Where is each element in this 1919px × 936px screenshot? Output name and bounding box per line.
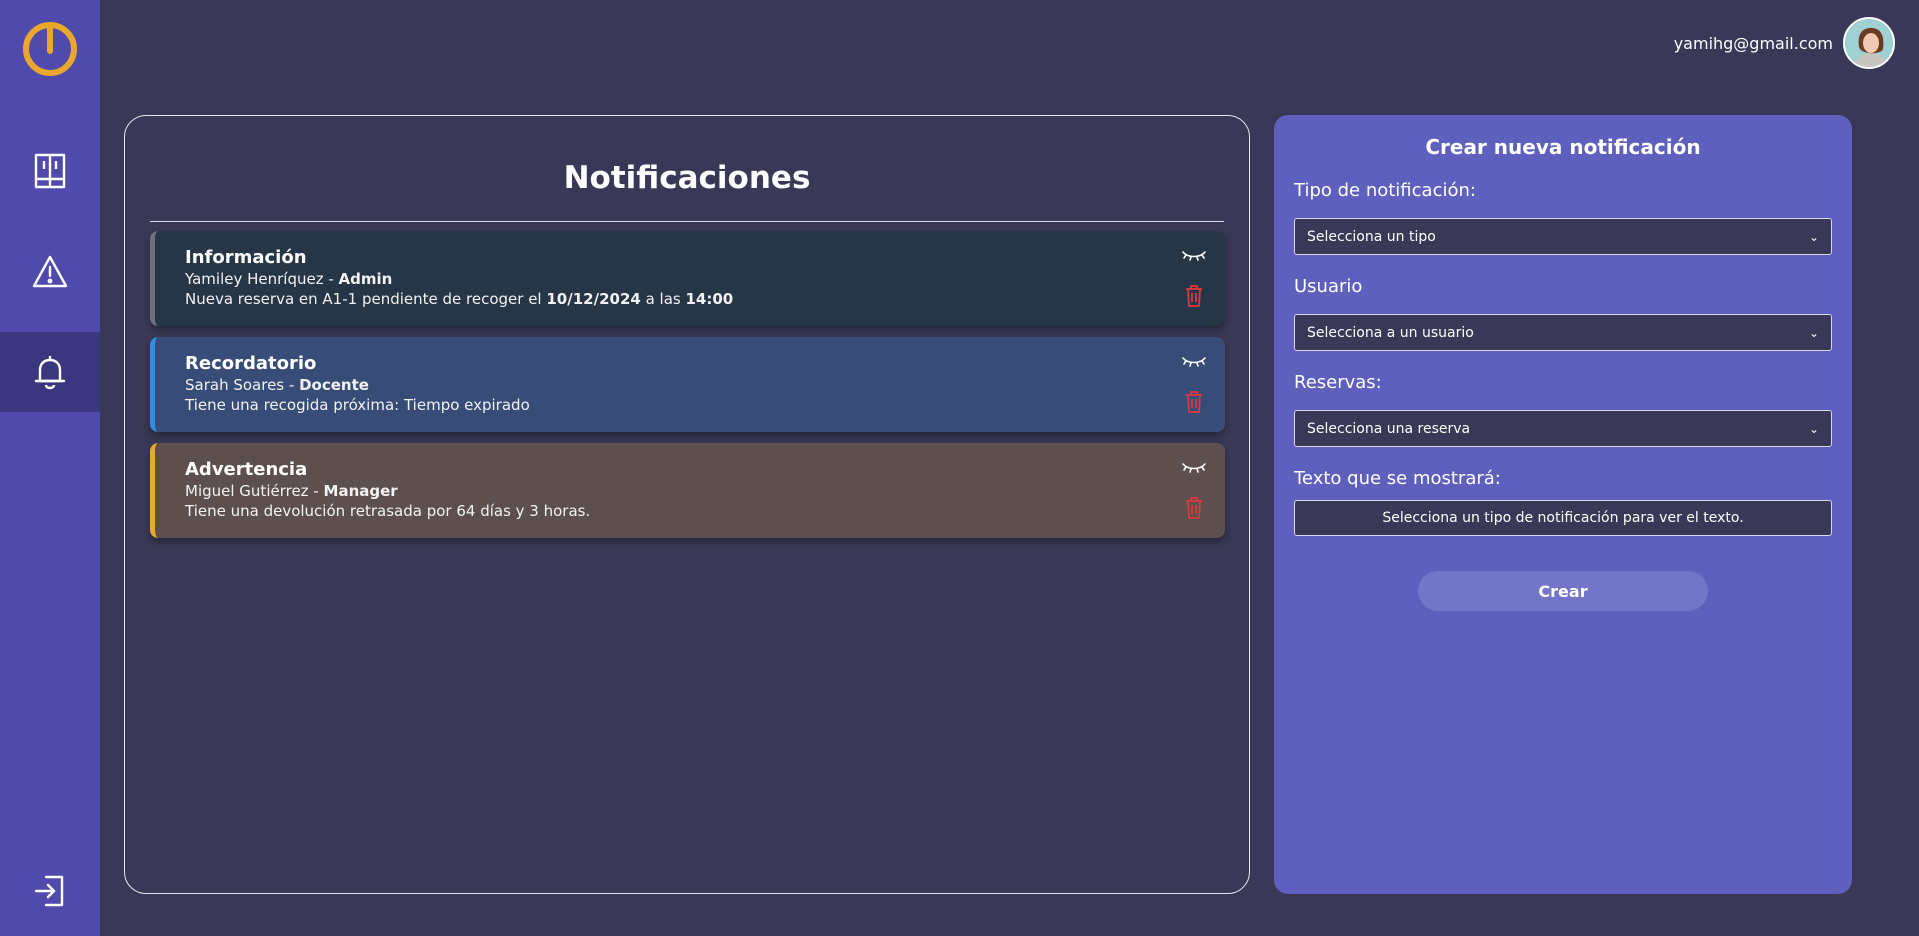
title-divider — [150, 221, 1224, 222]
notification-type: Advertencia — [185, 459, 308, 480]
mark-read-eye-icon[interactable] — [1181, 247, 1207, 263]
sidebar — [0, 0, 100, 936]
chevron-down-icon: ⌄ — [1808, 325, 1819, 340]
chevron-down-icon: ⌄ — [1808, 421, 1819, 436]
logo-icon[interactable] — [22, 21, 78, 77]
create-panel-title: Crear nueva notificación — [1425, 135, 1701, 159]
notification-message: Tiene una recogida próxima: Tiempo expir… — [185, 396, 530, 414]
delete-trash-icon[interactable] — [1185, 497, 1203, 519]
notification-type: Información — [185, 247, 307, 268]
type-label: Tipo de notificación: — [1294, 180, 1476, 201]
sidebar-item-incidents[interactable] — [0, 232, 100, 312]
user-label: Usuario — [1294, 276, 1363, 297]
create-button[interactable]: Crear — [1418, 571, 1708, 611]
mark-read-eye-icon[interactable] — [1181, 459, 1207, 475]
sidebar-item-notifications[interactable] — [0, 332, 100, 412]
type-select[interactable]: Selecciona un tipo ⌄ — [1294, 218, 1832, 255]
text-preview-label: Texto que se mostrará: — [1294, 468, 1501, 489]
user-select[interactable]: Selecciona a un usuario ⌄ — [1294, 314, 1832, 351]
logout-icon — [34, 875, 64, 907]
user-menu[interactable]: yamihg@gmail.com — [1674, 16, 1895, 70]
notifications-panel: Notificaciones Información Yamiley Henrí… — [124, 115, 1250, 894]
avatar[interactable] — [1843, 17, 1895, 69]
user-email: yamihg@gmail.com — [1673, 33, 1833, 53]
mark-read-eye-icon[interactable] — [1181, 353, 1207, 369]
reservation-select[interactable]: Selecciona una reserva ⌄ — [1294, 410, 1832, 447]
notification-user: Miguel Gutiérrez - Manager — [185, 482, 398, 500]
notification-type: Recordatorio — [185, 353, 317, 374]
notification-card-reminder: Recordatorio Sarah Soares - Docente Tien… — [150, 337, 1225, 432]
text-preview: Selecciona un tipo de notificación para … — [1294, 500, 1832, 536]
notification-message: Nueva reserva en A1-1 pendiente de recog… — [185, 290, 734, 308]
notification-card-warning: Advertencia Miguel Gutiérrez - Manager T… — [150, 443, 1225, 538]
reservation-label: Reservas: — [1294, 372, 1382, 393]
chevron-down-icon: ⌄ — [1808, 229, 1819, 244]
locker-icon — [34, 153, 66, 189]
create-notification-panel: Crear nueva notificación Tipo de notific… — [1274, 115, 1852, 894]
sidebar-item-lockers[interactable] — [0, 131, 100, 211]
notification-user: Sarah Soares - Docente — [185, 376, 369, 394]
notification-message: Tiene una devolución retrasada por 64 dí… — [185, 502, 591, 520]
bell-icon — [34, 356, 66, 390]
notification-user: Yamiley Henríquez - Admin — [185, 270, 393, 288]
notification-card-info: Información Yamiley Henríquez - Admin Nu… — [150, 231, 1225, 326]
warning-icon — [32, 255, 68, 288]
delete-trash-icon[interactable] — [1185, 391, 1203, 413]
logout-button[interactable] — [0, 851, 100, 931]
avatar-image — [1845, 19, 1893, 67]
delete-trash-icon[interactable] — [1185, 285, 1203, 307]
page-title: Notificaciones — [563, 160, 811, 196]
